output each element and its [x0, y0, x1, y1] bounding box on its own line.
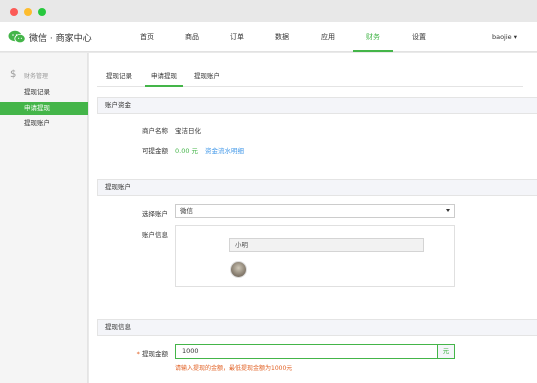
account-select-value: 微信 — [180, 207, 193, 215]
nav-finance[interactable]: 财务 — [353, 22, 393, 52]
sidebar-item-withdraw-records[interactable]: 提现记录 — [0, 86, 88, 99]
withdraw-amount-input[interactable]: 1000 — [175, 344, 438, 359]
merchant-name-value: 宝洁日化 — [175, 127, 201, 135]
nav-products[interactable]: 商品 — [172, 22, 212, 52]
select-account-label: 选择账户 — [142, 210, 168, 218]
dollar-icon: $ — [10, 69, 17, 80]
top-navigation: 微信 · 商家中心 首页 商品 订单 数据 应用 财务 设置 baojie ▾ — [0, 22, 537, 52]
wechat-logo-icon — [8, 30, 26, 44]
sidebar: $ 财务管理 提现记录 申请提现 提现账户 — [0, 53, 88, 383]
fund-flow-link[interactable]: 资金流水明细 — [205, 145, 244, 155]
maximize-window-button[interactable] — [38, 8, 46, 16]
section-header-account-funds: 账户资金 — [97, 97, 537, 114]
sidebar-item-apply-withdraw[interactable]: 申请提现 — [0, 102, 88, 115]
wechat-avatar-image — [230, 261, 247, 278]
withdraw-amount-label: * 提现金额 — [108, 348, 168, 358]
tab-withdraw-records[interactable]: 提现记录 — [101, 67, 137, 87]
section-header-withdraw-info: 提现信息 — [97, 319, 537, 336]
browser-window: 微信 · 商家中心 首页 商品 订单 数据 应用 财务 设置 baojie ▾ … — [0, 0, 537, 383]
available-amount-label: 可提金额 — [142, 147, 168, 155]
close-window-button[interactable] — [10, 8, 18, 16]
tab-bar: 提现记录 申请提现 提现账户 — [97, 67, 523, 87]
wechat-nickname-field: 小明 — [229, 238, 424, 252]
chevron-down-icon — [446, 209, 450, 212]
nav-home[interactable]: 首页 — [127, 22, 167, 52]
sidebar-group-label: 财务管理 — [24, 73, 49, 80]
nav-apps[interactable]: 应用 — [308, 22, 348, 52]
minimize-window-button[interactable] — [24, 8, 32, 16]
required-mark: * — [136, 350, 140, 358]
nav-data[interactable]: 数据 — [262, 22, 302, 52]
account-info-label: 账户信息 — [142, 231, 168, 239]
tab-withdraw-account[interactable]: 提现账户 — [189, 67, 225, 87]
sidebar-item-withdraw-account[interactable]: 提现账户 — [0, 117, 88, 130]
nav-orders[interactable]: 订单 — [217, 22, 257, 52]
account-info-box — [175, 225, 455, 287]
amount-unit-addon: 元 — [438, 344, 455, 359]
section-header-withdraw-account: 提现账户 — [97, 179, 537, 196]
sidebar-group-finance: $ 财务管理 — [0, 69, 88, 83]
tab-apply-withdraw[interactable]: 申请提现 — [145, 67, 183, 87]
amount-error-message: 请输入提现的金额，最低提现金额为1000元 — [175, 365, 293, 372]
title-bar — [0, 0, 537, 22]
account-select[interactable]: 微信 — [175, 204, 455, 218]
withdraw-amount-label-text: 提现金额 — [142, 350, 168, 358]
brand-title: 微信 · 商家中心 — [29, 34, 92, 44]
merchant-name-label: 商户名称 — [142, 127, 168, 135]
available-amount-value: 0.00 元 — [175, 147, 199, 155]
user-menu[interactable]: baojie ▾ — [492, 22, 517, 52]
main-content: 提现记录 申请提现 提现账户 账户资金 商户名称 宝洁日化 可提金额 0.00 … — [89, 53, 537, 383]
nav-settings[interactable]: 设置 — [399, 22, 439, 52]
